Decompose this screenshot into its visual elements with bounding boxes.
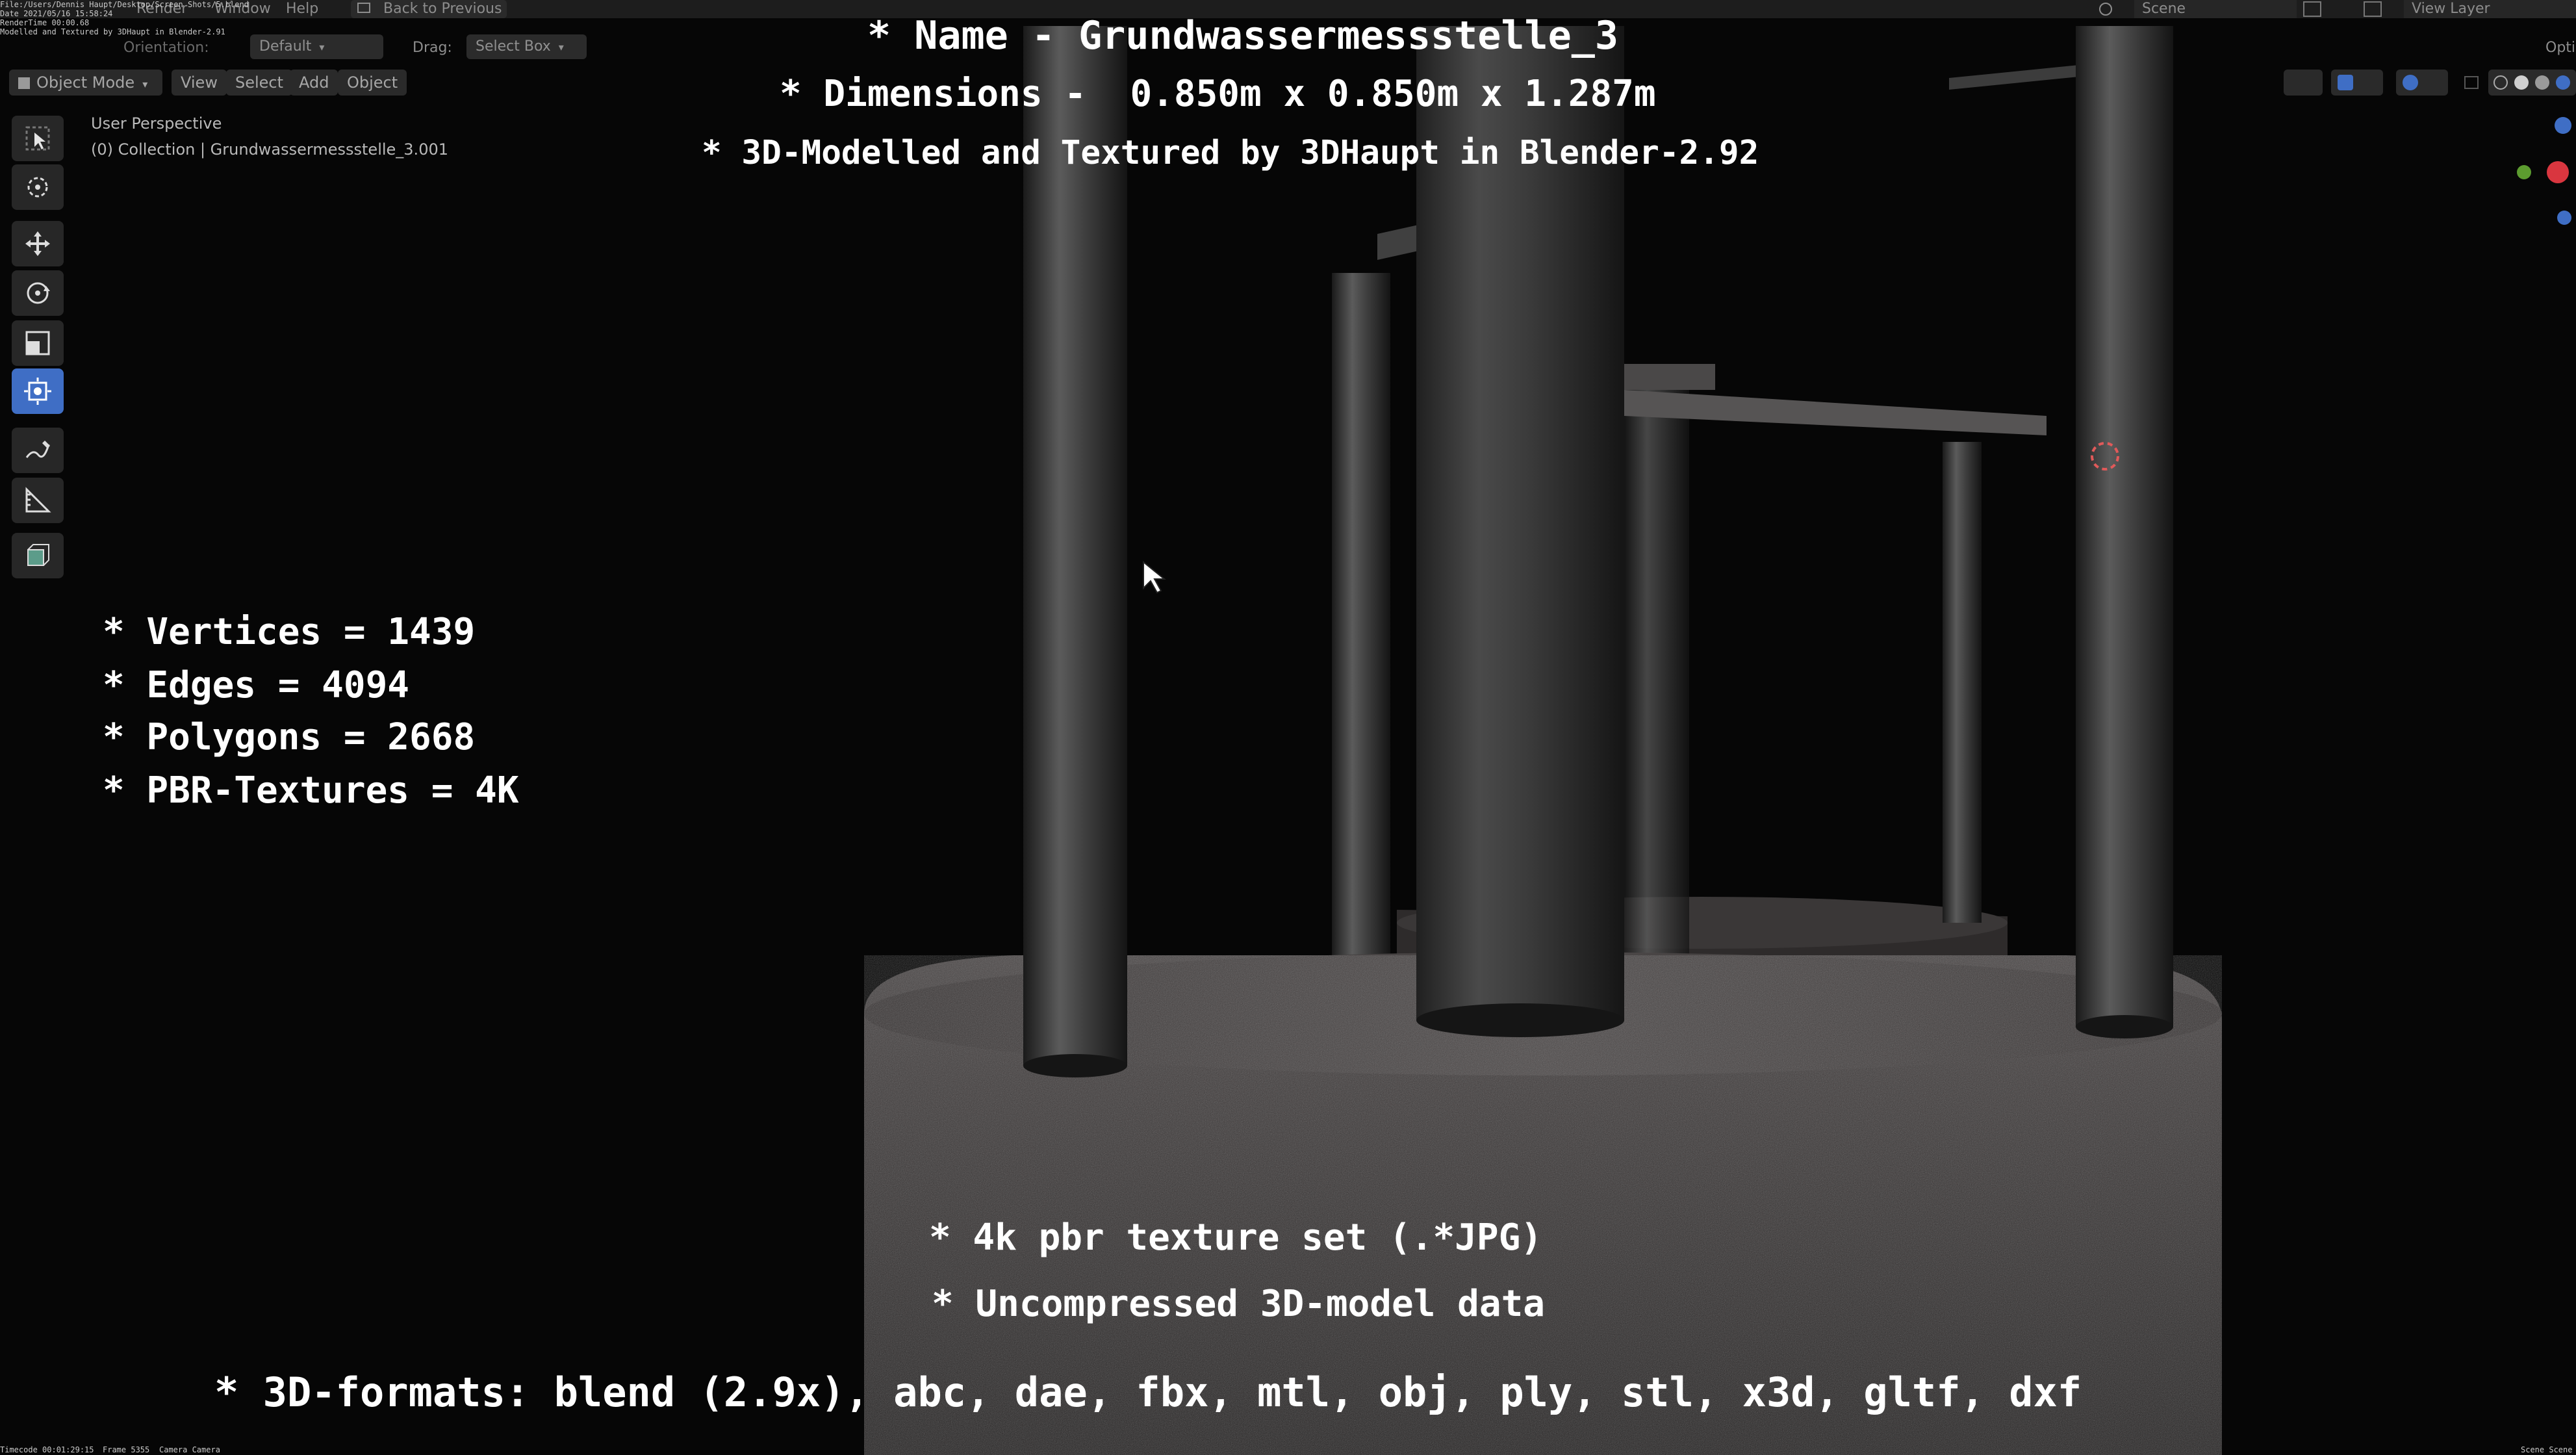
stamp-file: File:/Users/Dennis Haupt/Desktop/Screen …: [0, 0, 249, 9]
visibility-icon[interactable]: [2284, 70, 2323, 96]
view-layer-icon[interactable]: [2364, 1, 2382, 17]
select-box-icon: [25, 126, 50, 151]
transform-icon: [24, 378, 51, 405]
x-axis-icon[interactable]: [2547, 161, 2569, 183]
shading-buttons[interactable]: [2488, 70, 2576, 96]
add-cube-icon: [27, 544, 49, 566]
stamp-date: Date 2021/05/16 15:58:24: [0, 9, 113, 18]
tool-scale[interactable]: [12, 320, 64, 366]
footer-frame: Frame 5355: [103, 1445, 150, 1454]
gizmo-icon[interactable]: [2331, 70, 2383, 96]
neg-z-axis-icon[interactable]: [2557, 211, 2571, 225]
tool-move[interactable]: [12, 221, 64, 266]
z-axis-icon[interactable]: [2555, 117, 2571, 134]
tool-add-cube[interactable]: [12, 533, 64, 578]
chevron-down-icon: ▾: [142, 78, 148, 90]
model-data-line: * Uncompressed 3D-model data: [932, 1283, 1546, 1325]
tool-transform[interactable]: [12, 368, 64, 414]
model-credit: * 3D-Modelled and Textured by 3DHaupt in…: [702, 134, 1759, 172]
rendered-icon[interactable]: [2556, 75, 2570, 90]
copy-scene-icon[interactable]: [2303, 1, 2321, 17]
tool-rotate[interactable]: [12, 270, 64, 316]
footer-scene: Scene Scene: [2521, 1445, 2573, 1454]
view-layer-field[interactable]: View Layer: [2404, 0, 2576, 18]
model-dimensions: * Dimensions - 0.850m x 0.850m x 1.287m: [780, 73, 1656, 115]
move-icon: [25, 231, 50, 256]
stat-textures: * PBR-Textures = 4K: [103, 769, 519, 812]
orientation-label: Orientation:: [123, 40, 209, 56]
back-to-previous-button[interactable]: Back to Previous: [351, 0, 507, 18]
stamp-render-time: RenderTime 00:00.68: [0, 18, 90, 27]
orientation-dropdown[interactable]: Default ▾: [250, 34, 383, 59]
texture-set-line: * 4k pbr texture set (.*JPG): [929, 1217, 1543, 1259]
y-axis-icon[interactable]: [2517, 165, 2531, 179]
xray-icon[interactable]: [2462, 70, 2482, 96]
menu-object[interactable]: Object: [338, 70, 407, 96]
wireframe-icon[interactable]: [2493, 75, 2508, 90]
menu-help[interactable]: Help: [286, 0, 318, 18]
tool-measure[interactable]: [12, 478, 64, 523]
view-perspective-label: User Perspective: [91, 114, 222, 133]
material-preview-icon[interactable]: [2535, 75, 2549, 90]
formats-line: * 3D-formats: blend (2.9x), abc, dae, fb…: [214, 1369, 2082, 1416]
stat-edges: * Edges = 4094: [103, 664, 410, 706]
stat-vertices: * Vertices = 1439: [103, 611, 476, 653]
object-mode-icon: [18, 77, 30, 89]
navigation-gizmo[interactable]: [2514, 117, 2573, 234]
measure-icon: [25, 487, 51, 513]
solid-icon[interactable]: [2514, 75, 2529, 90]
scene-selector-icon[interactable]: [2095, 0, 2134, 18]
back-icon: [357, 3, 370, 13]
menu-view[interactable]: View: [172, 70, 227, 96]
cursor-icon: [27, 177, 48, 198]
chevron-down-icon: ▾: [319, 41, 325, 53]
drag-label: Drag:: [413, 40, 452, 56]
collection-label: (0) Collection | Grundwassermessstelle_3…: [91, 140, 448, 159]
drag-dropdown[interactable]: Select Box ▾: [466, 34, 587, 59]
footer-timecode: Timecode 00:01:29:15: [0, 1445, 94, 1454]
tool-annotate[interactable]: [12, 428, 64, 473]
tool-select-box[interactable]: [12, 116, 64, 161]
options-button[interactable]: Opti: [2545, 39, 2575, 57]
annotate-icon: [25, 441, 50, 458]
rotate-icon: [27, 282, 50, 304]
stat-polygons: * Polygons = 2668: [103, 716, 476, 758]
overlays-icon[interactable]: [2396, 70, 2448, 96]
tool-cursor[interactable]: [12, 164, 64, 210]
stamp-note: Modelled and Textured by 3DHaupt in Blen…: [0, 27, 225, 36]
menu-add[interactable]: Add: [290, 70, 338, 96]
chevron-down-icon: ▾: [558, 41, 564, 53]
model-name: * Name - Grundwassermessstelle_3: [867, 13, 1618, 58]
scale-icon: [25, 331, 50, 355]
scene-field[interactable]: Scene: [2134, 0, 2297, 18]
menu-select[interactable]: Select: [226, 70, 293, 96]
footer-camera: Camera Camera: [159, 1445, 220, 1454]
mode-dropdown[interactable]: Object Mode ▾: [9, 70, 162, 96]
